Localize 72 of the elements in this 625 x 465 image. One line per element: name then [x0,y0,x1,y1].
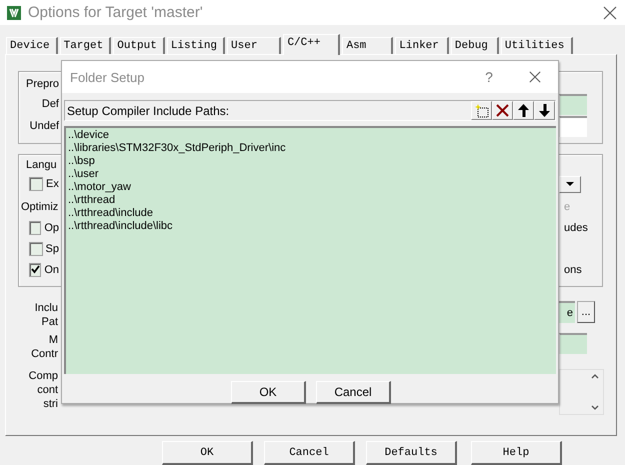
option-label: Op [44,222,59,234]
tab[interactable]: Debug [450,37,499,54]
caret-icon [566,182,574,186]
tab[interactable]: C/C++ [283,34,340,55]
browse-button[interactable]: ... [577,301,595,323]
tab[interactable]: Output [113,37,165,54]
undefine-field[interactable] [559,116,587,136]
dialog-button[interactable]: Defaults [366,441,457,465]
field-label: stri [43,397,58,411]
dialog-button[interactable]: Help [471,441,562,465]
field-label: Pat [41,315,58,329]
new-folder-icon [474,104,488,118]
path-item[interactable]: ..\device [68,129,554,142]
option-label: Sp [46,242,59,254]
dialog-button[interactable]: Cancel [316,381,391,404]
checkbox[interactable] [29,220,42,234]
new-button[interactable] [471,101,492,120]
define-label: Def [40,98,59,110]
up-arrow-icon [518,104,529,117]
help-button[interactable]: ? [466,69,512,85]
field-label: Inclu [34,301,58,315]
move-down-button[interactable] [534,101,555,120]
checkbox[interactable] [29,262,42,276]
misc-controls-field[interactable] [559,333,587,354]
delete-icon [496,104,509,117]
dialog-button[interactable]: Cancel [264,441,355,465]
group-label: Prepro [25,78,59,90]
delete-button[interactable] [492,101,513,120]
close-icon [603,6,617,20]
undefine-label: Undef [28,120,59,132]
scroll-down-icon[interactable] [590,405,598,410]
dialog-button[interactable]: OK [162,441,253,465]
field-label: Contr [31,347,58,361]
include-paths-field[interactable]: e [559,301,575,323]
down-arrow-icon [539,104,550,117]
checkmark-icon [30,265,40,274]
path-item[interactable]: ..\rtthread\include\libc [68,220,554,233]
path-item[interactable]: ..\motor_yaw [68,181,554,194]
field-label: M [48,333,58,347]
dropdown-button[interactable] [559,176,581,192]
group-label: Langu [25,159,58,171]
checkbox[interactable] [29,177,43,191]
dialog-title: Folder Setup [70,70,146,84]
option-label: On [44,264,59,276]
define-field[interactable] [559,94,587,114]
option-label: udes [563,222,589,234]
list-label: Setup Compiler Include Paths: [66,104,230,118]
tab[interactable]: Asm [342,37,394,54]
tab[interactable]: Listing [166,37,226,54]
field-label: cont [37,383,58,397]
path-item[interactable]: ..\user [68,168,554,181]
option-heading: Optimiz [20,200,59,212]
close-icon [529,71,541,83]
tab[interactable]: Utilities [500,37,574,54]
app-logo-icon [7,6,21,20]
path-item[interactable]: ..\rtthread [68,194,554,207]
move-up-button[interactable] [513,101,534,120]
scroll-up-icon[interactable] [590,374,598,379]
tab[interactable]: User [227,37,282,54]
tab[interactable]: Device [6,37,58,54]
path-item[interactable]: ..\libraries\STM32F30x_StdPeriph_Driver\inc [68,142,554,155]
tab[interactable]: Linker [395,37,449,54]
path-item[interactable]: ..\rtthread\include [68,207,554,220]
window-title: Options for Target 'master' [28,4,204,21]
option-label: ons [563,264,583,276]
path-item[interactable]: ..\bsp [68,155,554,168]
checkbox[interactable] [29,242,43,256]
option-label: e [563,200,572,212]
tab[interactable]: Target [60,37,112,54]
dialog-button[interactable]: OK [231,381,306,404]
field-label: Comp [28,369,58,383]
option-label: Ex [46,178,59,190]
